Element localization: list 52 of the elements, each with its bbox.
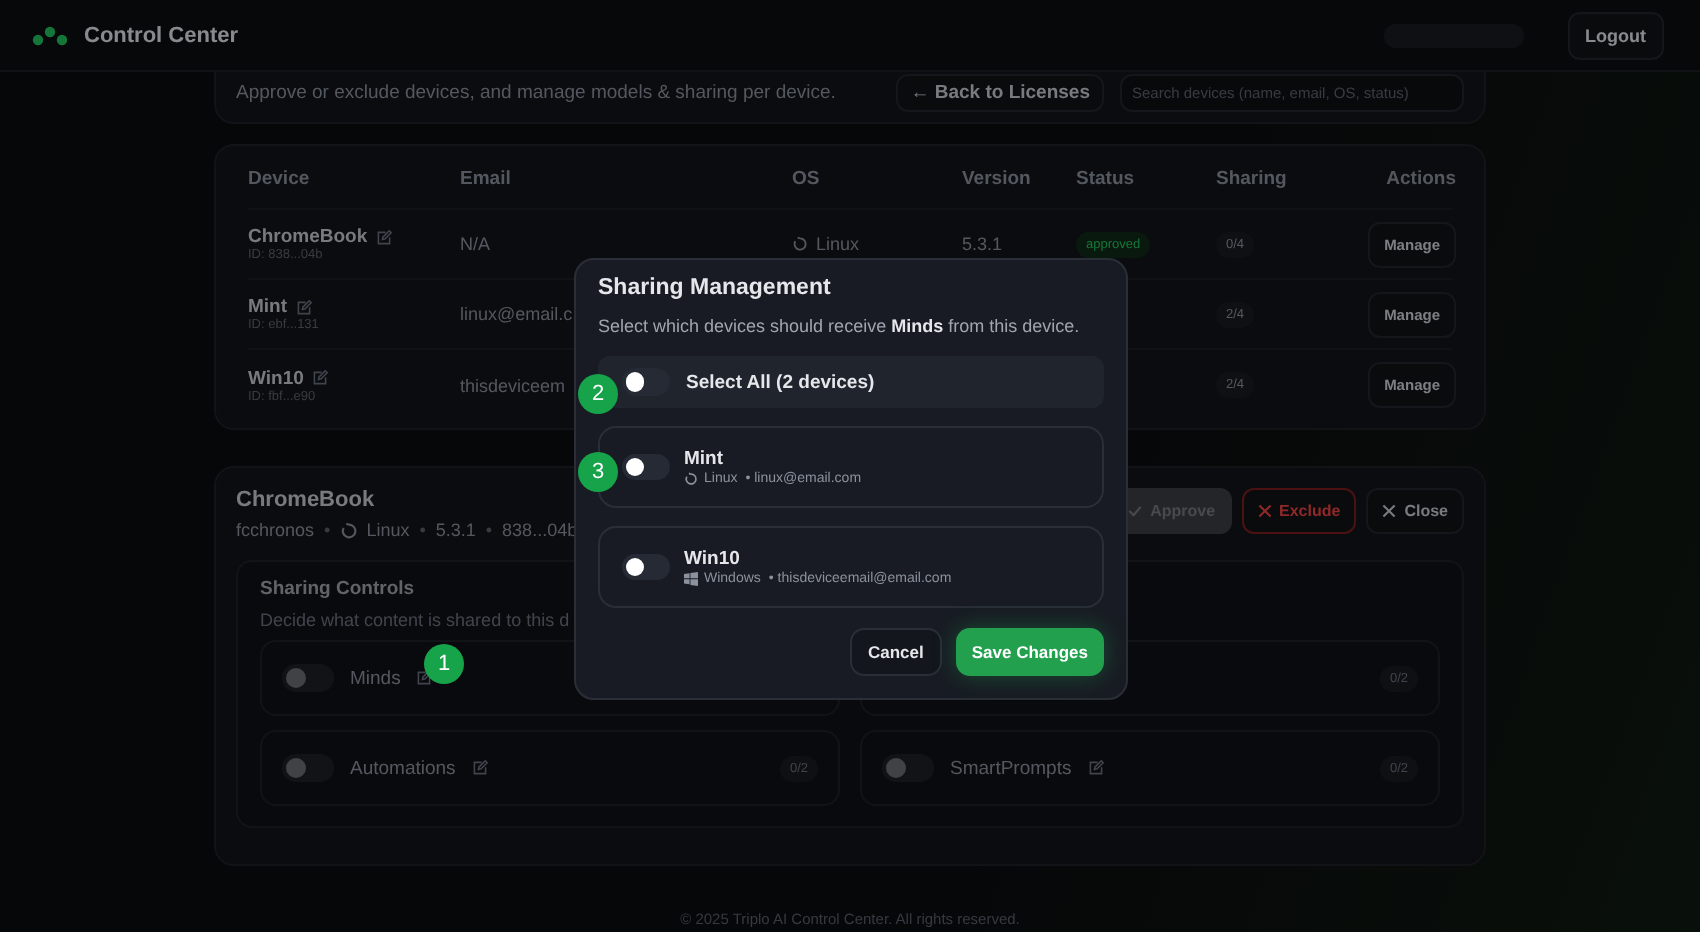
app-title: Control Center xyxy=(84,23,238,47)
device-name: ChromeBook xyxy=(248,226,368,248)
device-meta: 5.3.1 xyxy=(435,520,476,540)
device-name: Mint xyxy=(248,296,288,318)
device-name: Win10 xyxy=(248,367,304,389)
close-icon xyxy=(1257,504,1272,518)
close-button[interactable]: Close xyxy=(1366,488,1464,534)
toggle-switch[interactable] xyxy=(282,663,334,693)
toggle-switch[interactable] xyxy=(282,753,334,783)
column-header: Sharing xyxy=(1216,168,1289,190)
separator-dot: • xyxy=(485,520,493,540)
cancel-button[interactable]: Cancel xyxy=(850,628,942,676)
logout-button[interactable]: Logout xyxy=(1567,11,1664,59)
edit-icon[interactable] xyxy=(416,670,433,686)
separator-dot: • xyxy=(324,520,331,540)
toggle-switch[interactable] xyxy=(882,753,934,783)
email-cell: N/A xyxy=(460,234,491,254)
check-icon xyxy=(1128,504,1143,518)
windows-icon xyxy=(684,572,698,586)
column-header: Version xyxy=(962,168,1033,190)
separator-dot: • xyxy=(419,520,426,540)
panel-description: Decide what content is shared to this d xyxy=(260,610,570,630)
save-button[interactable]: Save Changes xyxy=(955,628,1104,676)
column-header: Actions xyxy=(1384,168,1456,190)
column-header: OS xyxy=(792,168,822,190)
column-header: Device xyxy=(248,168,312,190)
toggle-switch[interactable] xyxy=(622,453,670,481)
close-icon xyxy=(1382,504,1397,518)
back-button[interactable]: ← Back to Licenses xyxy=(896,74,1104,112)
content-type-label: Automations xyxy=(350,757,456,779)
device-name: Win10 xyxy=(684,548,742,570)
dialog-title: Sharing Management xyxy=(598,276,833,300)
device-meta: Linux xyxy=(366,520,410,540)
device-meta: fcchronos xyxy=(236,520,315,540)
page-subtitle: Approve or exclude devices, and manage models & sharing per device. xyxy=(236,82,836,104)
column-header: Status xyxy=(1076,168,1137,190)
content-type-label: SmartPrompts xyxy=(950,757,1072,779)
os-cell: Linux xyxy=(816,234,860,254)
toggle-switch[interactable] xyxy=(622,368,670,396)
select-all-label: Select All (2 devices) xyxy=(686,371,875,393)
version-cell: 5.3.1 xyxy=(962,234,1003,254)
device-meta: 838...04b xyxy=(502,520,578,540)
panel-title: Sharing Controls xyxy=(260,578,415,600)
logo-icon xyxy=(32,25,68,45)
column-header: Email xyxy=(460,168,513,190)
device-name: Mint xyxy=(684,448,726,470)
dialog-description: Select which devices should receive Minds from this device. xyxy=(598,316,1082,336)
email-cell: thisdeviceem xyxy=(460,375,566,395)
content-type-label: Minds xyxy=(350,667,401,689)
email-cell: linux@email.c xyxy=(460,304,573,324)
toggle-switch[interactable] xyxy=(622,553,670,581)
device-title: ChromeBook xyxy=(236,488,377,512)
